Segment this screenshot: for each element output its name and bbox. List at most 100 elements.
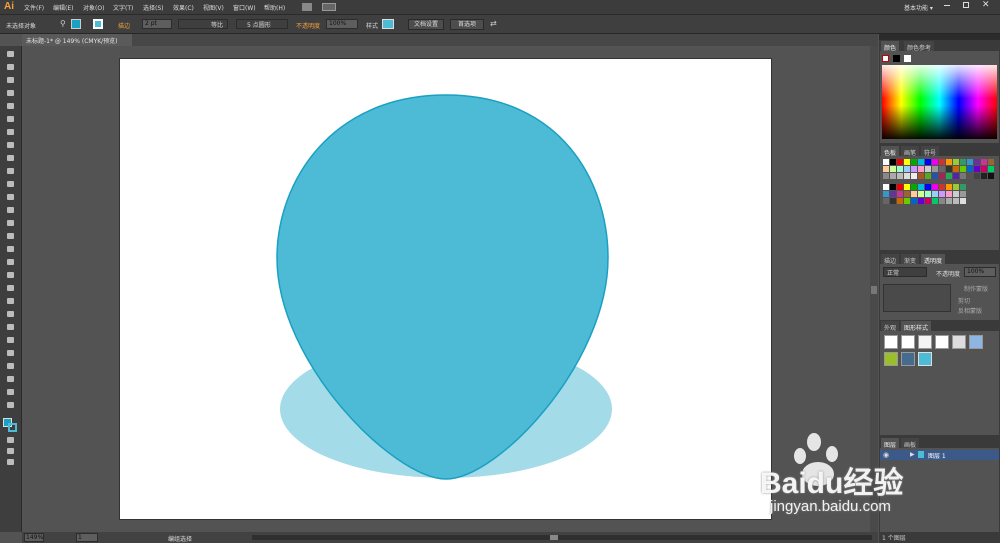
magic-wand-tool-icon[interactable] [7, 77, 14, 83]
tab-color[interactable]: 颜色 [881, 41, 900, 52]
color-swatch[interactable] [939, 191, 945, 197]
color-swatch[interactable] [925, 184, 931, 190]
color-swatch[interactable] [960, 173, 966, 179]
menu-object[interactable]: 对象(O) [83, 3, 104, 12]
stroke-indicator[interactable] [8, 423, 17, 432]
tab-gradient[interactable]: 渐变 [901, 254, 920, 265]
menu-file[interactable]: 文件(F) [24, 3, 44, 12]
shape-builder-tool-icon[interactable] [7, 259, 14, 265]
color-swatch[interactable] [953, 191, 959, 197]
color-swatch[interactable] [883, 198, 889, 204]
style-7[interactable] [884, 352, 898, 366]
color-swatch[interactable] [904, 159, 910, 165]
color-swatch[interactable] [925, 173, 931, 179]
color-swatch[interactable] [932, 191, 938, 197]
color-swatch[interactable] [981, 173, 987, 179]
tab-graphic-styles[interactable]: 图形样式 [901, 321, 932, 332]
menu-view[interactable]: 视图(V) [203, 3, 224, 12]
minimize-icon[interactable] [944, 5, 950, 6]
blob-brush-tool-icon[interactable] [7, 181, 14, 187]
symbol-sprayer-tool-icon[interactable] [7, 337, 14, 343]
color-swatch[interactable] [939, 159, 945, 165]
style-6[interactable] [969, 335, 983, 349]
line-tool-icon[interactable] [7, 129, 14, 135]
color-swatch[interactable] [939, 184, 945, 190]
color-swatch[interactable] [890, 173, 896, 179]
eyedropper-tool-icon[interactable] [7, 311, 14, 317]
document-setup-button[interactable]: 文档设置 [408, 19, 444, 30]
color-swatch[interactable] [981, 166, 987, 172]
color-swatch[interactable] [960, 159, 966, 165]
scroll-thumb[interactable] [871, 286, 877, 294]
gradient-tool-icon[interactable] [7, 298, 14, 304]
arrange-docs-icon[interactable] [322, 3, 336, 11]
style-5[interactable] [952, 335, 966, 349]
color-swatch[interactable] [890, 166, 896, 172]
document-tab[interactable]: 未标题-1* @ 149% (CMYK/预览) [22, 34, 132, 46]
color-swatch[interactable] [918, 159, 924, 165]
color-swatch[interactable] [974, 159, 980, 165]
color-swatch[interactable] [953, 173, 959, 179]
color-swatch[interactable] [883, 166, 889, 172]
lasso-tool-icon[interactable] [7, 90, 14, 96]
color-swatch[interactable] [911, 198, 917, 204]
arrange-icon[interactable]: ⇄ [490, 19, 497, 28]
color-swatch[interactable] [988, 173, 994, 179]
type-tool-icon[interactable] [7, 116, 14, 122]
color-swatch[interactable] [918, 184, 924, 190]
color-swatch[interactable] [946, 166, 952, 172]
tab-color-guide[interactable]: 颜色参考 [904, 41, 935, 52]
free-transform-tool-icon[interactable] [7, 246, 14, 252]
color-swatch[interactable] [953, 159, 959, 165]
style-default[interactable] [884, 335, 898, 349]
invert-mask-checkbox[interactable]: 反相蒙版 [958, 306, 982, 315]
slice-tool-icon[interactable] [7, 376, 14, 382]
color-swatch[interactable] [883, 184, 889, 190]
blend-mode-select[interactable]: 正常 [883, 267, 927, 277]
menu-select[interactable]: 选择(S) [143, 3, 164, 12]
color-swatch[interactable] [904, 166, 910, 172]
color-swatch[interactable] [883, 159, 889, 165]
brush-select[interactable]: 5 点圆形 [236, 19, 288, 29]
tab-swatches[interactable]: 色板 [881, 146, 900, 157]
color-swatch[interactable] [918, 191, 924, 197]
style-4[interactable] [935, 335, 949, 349]
tab-appearance[interactable]: 外观 [881, 321, 900, 332]
color-swatch[interactable] [925, 166, 931, 172]
color-swatch[interactable] [890, 159, 896, 165]
color-swatch[interactable] [946, 191, 952, 197]
eraser-tool-icon[interactable] [7, 194, 14, 200]
stroke-color-swatch[interactable] [93, 19, 103, 29]
style-3[interactable] [918, 335, 932, 349]
color-swatch[interactable] [946, 159, 952, 165]
menu-edit[interactable]: 编辑(E) [53, 3, 73, 12]
color-swatch[interactable] [904, 191, 910, 197]
color-swatch[interactable] [939, 166, 945, 172]
screen-mode-icon[interactable] [7, 459, 14, 465]
ellipse-tool-icon[interactable] [7, 142, 14, 148]
stroke-profile-select[interactable]: 等比 [178, 19, 228, 29]
fill-color-swatch[interactable] [71, 19, 81, 29]
color-swatch[interactable] [932, 166, 938, 172]
stroke-label[interactable]: 描边 [118, 21, 130, 30]
color-swatch[interactable] [932, 198, 938, 204]
white-swatch[interactable] [904, 55, 911, 62]
color-swatch[interactable] [932, 184, 938, 190]
color-swatch[interactable] [911, 184, 917, 190]
color-swatch[interactable] [890, 184, 896, 190]
color-swatch[interactable] [904, 184, 910, 190]
tab-brushes[interactable]: 画笔 [901, 146, 920, 157]
color-swatch[interactable] [939, 173, 945, 179]
rotate-tool-icon[interactable] [7, 207, 14, 213]
color-swatch[interactable] [960, 166, 966, 172]
transparency-opacity-input[interactable]: 100% [964, 267, 996, 277]
color-swatch[interactable] [897, 166, 903, 172]
horizontal-scrollbar[interactable] [252, 535, 872, 540]
artboard-number-input[interactable]: 1 [76, 533, 98, 542]
color-swatch[interactable] [932, 173, 938, 179]
color-swatch[interactable] [939, 198, 945, 204]
color-swatch[interactable] [967, 166, 973, 172]
color-swatch[interactable] [932, 159, 938, 165]
color-swatch[interactable] [946, 184, 952, 190]
draw-mode-icon[interactable] [7, 448, 14, 454]
